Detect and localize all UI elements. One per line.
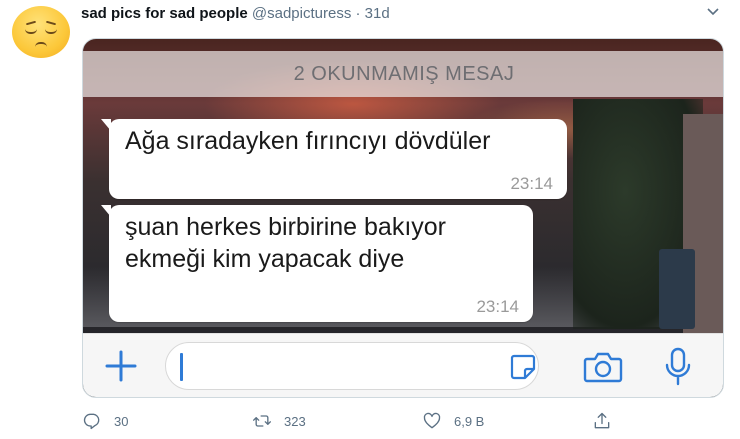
tweet[interactable]: sad pics for sad people @sadpicturess · … [0, 0, 740, 439]
unread-messages-banner: 2 OKUNMAMIŞ MESAJ [83, 51, 723, 97]
sticker-icon [509, 353, 537, 381]
more-options-icon[interactable] [702, 2, 724, 24]
microphone-icon [665, 347, 691, 387]
pensive-face-icon [12, 6, 70, 58]
message-line: şuan herkes birbirine bakıyor [125, 213, 446, 241]
like-button[interactable]: 6,9 B [422, 409, 484, 433]
message-input [165, 342, 539, 390]
retweet-icon [253, 415, 271, 427]
retweet-button[interactable]: 323 [252, 409, 306, 433]
chat-message: şuan herkes birbirine bakıyor ekmeği kim… [101, 205, 533, 322]
message-time: 23:14 [476, 297, 519, 316]
message-time: 23:14 [510, 174, 553, 193]
message-line: ekmeği kim yapacak diye [125, 245, 405, 273]
plus-icon [103, 348, 139, 384]
tweet-age[interactable]: 31d [365, 5, 390, 22]
reply-button[interactable]: 30 [82, 409, 128, 433]
user-handle[interactable]: @sadpicturess [252, 5, 351, 22]
tweet-actions: 30 323 6,9 B [82, 409, 642, 433]
display-name[interactable]: sad pics for sad people [81, 5, 248, 22]
like-count: 6,9 B [454, 413, 485, 429]
share-icon [594, 412, 610, 429]
unread-banner-text: 2 OKUNMAMIŞ MESAJ [293, 62, 515, 85]
share-button[interactable] [592, 409, 612, 433]
avatar[interactable] [12, 6, 70, 58]
retweet-count: 323 [284, 413, 306, 429]
chat-input-bar [83, 333, 723, 397]
heart-icon [423, 412, 441, 429]
trash-bin [659, 249, 695, 329]
reply-count: 30 [114, 413, 129, 429]
reply-icon [83, 413, 100, 430]
tweet-image[interactable]: 2 OKUNMAMIŞ MESAJ Ağa sıradayken fırıncı… [82, 38, 724, 398]
camera-icon [583, 351, 623, 383]
text-cursor [180, 353, 183, 381]
separator-dot: · [355, 5, 361, 22]
tweet-header: sad pics for sad people @sadpicturess · … [81, 4, 700, 24]
chat-message: Ağa sıradayken fırıncıyı dövdüler 23:14 [101, 119, 567, 199]
message-text: Ağa sıradayken fırıncıyı dövdüler [125, 127, 491, 155]
message-text: şuan herkes birbirine bakıyor ekmeği kim… [109, 205, 533, 275]
